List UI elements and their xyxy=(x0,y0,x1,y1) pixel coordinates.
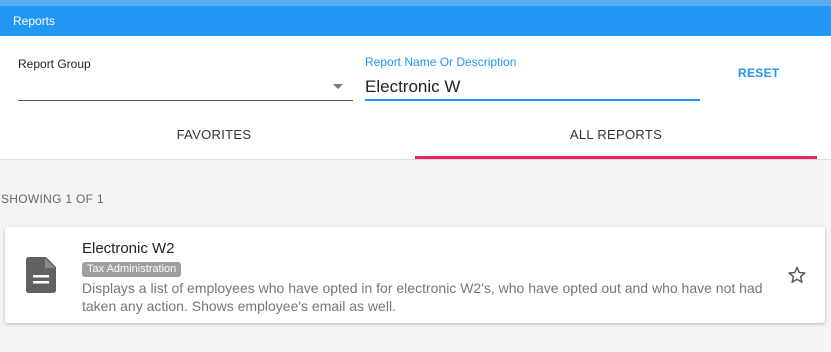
dropdown-arrow-icon xyxy=(333,84,343,89)
report-tabs: FAVORITES ALL REPORTS xyxy=(0,118,831,160)
document-icon xyxy=(26,257,56,293)
tab-all-reports[interactable]: ALL REPORTS xyxy=(415,118,817,159)
report-card[interactable]: Electronic W2 Tax Administration Display… xyxy=(5,227,825,323)
report-name-field[interactable] xyxy=(365,74,700,101)
report-description: Displays a list of employees who have op… xyxy=(82,280,763,314)
report-category-badge: Tax Administration xyxy=(82,262,182,277)
reset-button[interactable]: RESET xyxy=(738,66,780,80)
report-name-label: Report Name Or Description xyxy=(365,55,517,69)
results-count: SHOWING 1 OF 1 xyxy=(1,192,104,206)
report-name-input[interactable] xyxy=(365,74,700,99)
filter-panel: Report Group Report Name Or Description … xyxy=(0,36,831,160)
report-group-label: Report Group xyxy=(18,57,91,71)
star-outline-icon[interactable] xyxy=(787,265,807,285)
app-header: Reports xyxy=(0,0,831,36)
app-title: Reports xyxy=(13,14,56,28)
report-group-select[interactable] xyxy=(18,74,353,101)
report-title: Electronic W2 xyxy=(82,240,175,257)
tab-favorites[interactable]: FAVORITES xyxy=(13,118,415,159)
